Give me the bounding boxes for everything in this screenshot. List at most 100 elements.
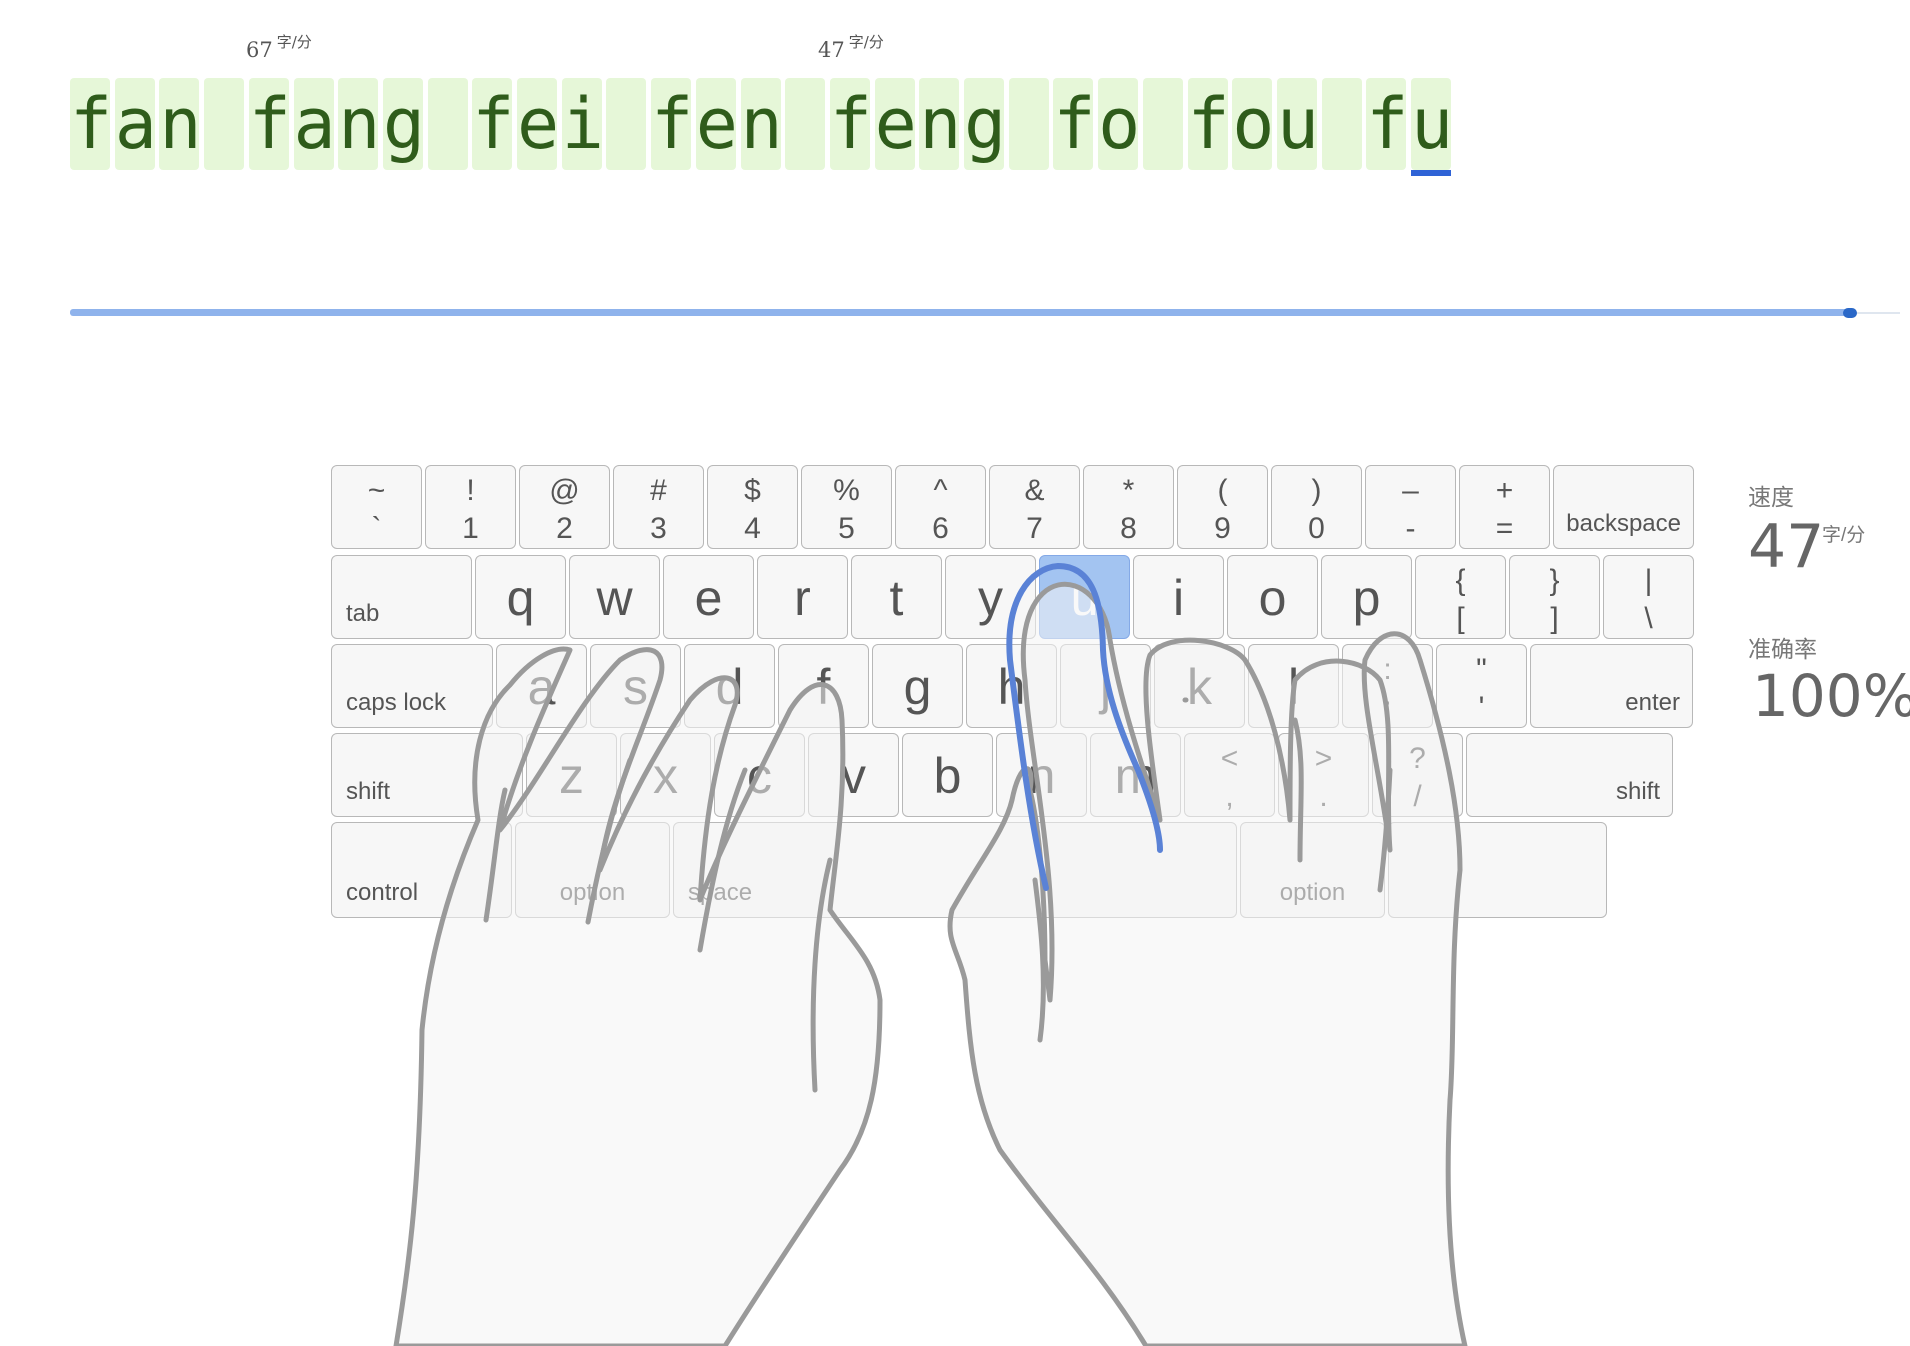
key-symbol[interactable]: * 8: [1083, 465, 1174, 549]
key-label: /: [1413, 780, 1422, 813]
key-c[interactable]: c: [714, 733, 805, 817]
key-k[interactable]: k: [1154, 644, 1245, 728]
key-option[interactable]: option: [515, 822, 670, 918]
key-f[interactable]: f: [778, 644, 869, 728]
key-label: r: [794, 570, 811, 626]
key-w[interactable]: w: [569, 555, 660, 639]
key-label: ;: [1383, 691, 1392, 724]
key-symbol[interactable]: >.: [1278, 733, 1369, 817]
key-symbol[interactable]: ! 1: [425, 465, 516, 549]
key-space[interactable]: space: [673, 822, 1237, 918]
key-symbol[interactable]: #3: [613, 465, 704, 549]
key-option[interactable]: option: [1240, 822, 1385, 918]
accuracy-label: 准确率: [1748, 637, 1817, 663]
key-label: w: [596, 570, 633, 626]
key-enter[interactable]: enter: [1530, 644, 1693, 728]
key-u[interactable]: u: [1039, 555, 1130, 639]
key-g[interactable]: g: [872, 644, 963, 728]
key-label: b: [933, 748, 962, 804]
key-i[interactable]: i: [1133, 555, 1224, 639]
accuracy-value: 100%: [1752, 662, 1910, 730]
key-symbol[interactable]: {[: [1415, 555, 1506, 639]
key-symbol[interactable]: @2: [519, 465, 610, 549]
key-m[interactable]: m: [1090, 733, 1181, 817]
key-p[interactable]: p: [1321, 555, 1412, 639]
key-label: q: [506, 570, 535, 626]
key-backslash[interactable]: | \: [1603, 555, 1694, 639]
key-symbol[interactable]: ? /: [1372, 733, 1463, 817]
key-j[interactable]: j: [1060, 644, 1151, 728]
key-shift-label: $: [744, 474, 761, 507]
key-label: c: [747, 748, 772, 804]
key-shift-label: >: [1314, 742, 1333, 775]
key-shift-label: |: [1644, 564, 1653, 597]
key-label: n: [1027, 748, 1056, 804]
key-label: i: [1172, 570, 1185, 626]
key-label: f: [816, 659, 831, 715]
key-tab[interactable]: tab: [331, 555, 472, 639]
key-d[interactable]: d: [684, 644, 775, 728]
key-label: m: [1114, 748, 1157, 804]
key-a[interactable]: a: [496, 644, 587, 728]
key-label: tab: [346, 600, 380, 627]
key-symbol[interactable]: & 7: [989, 465, 1080, 549]
key-control[interactable]: control: [331, 822, 512, 918]
key-e[interactable]: e: [663, 555, 754, 639]
key-r[interactable]: r: [757, 555, 848, 639]
key-caps-lock[interactable]: caps lock: [331, 644, 493, 728]
key-l[interactable]: l: [1248, 644, 1339, 728]
key-blank[interactable]: [1388, 822, 1607, 918]
key-label: -: [1405, 512, 1416, 545]
key-label: shift: [1615, 778, 1660, 805]
speed-unit: 字/分: [1822, 525, 1866, 546]
key-shift-label: <: [1220, 742, 1239, 775]
key-symbol[interactable]: ~ `: [331, 465, 422, 549]
key-label: ]: [1550, 602, 1559, 635]
key-y[interactable]: y: [945, 555, 1036, 639]
key-label: 4: [744, 512, 761, 545]
speed-value: 47: [1748, 512, 1825, 582]
key-symbol[interactable]: :;: [1342, 644, 1433, 728]
key-symbol[interactable]: % 5: [801, 465, 892, 549]
key-symbol[interactable]: (9: [1177, 465, 1268, 549]
key-symbol[interactable]: ^ 6: [895, 465, 986, 549]
key-label: caps lock: [346, 689, 447, 716]
key-shift-label: –: [1402, 474, 1419, 507]
key-symbol[interactable]: + =: [1459, 465, 1550, 549]
key-h[interactable]: h: [966, 644, 1057, 728]
key-symbol[interactable]: ) 0: [1271, 465, 1362, 549]
key-label: p: [1352, 570, 1381, 626]
key-o[interactable]: o: [1227, 555, 1318, 639]
key-label: backspace: [1566, 510, 1681, 537]
key-label: 6: [932, 512, 949, 545]
key-label: option: [1279, 879, 1346, 906]
key-label: s: [623, 659, 648, 715]
key-label: 2: [556, 512, 573, 545]
key-label: h: [997, 659, 1026, 715]
key-label: 1: [462, 512, 479, 545]
key-x[interactable]: x: [620, 733, 711, 817]
key-symbol[interactable]: " ': [1436, 644, 1527, 728]
key-backspace[interactable]: backspace: [1553, 465, 1694, 549]
key-shift[interactable]: shift: [331, 733, 523, 817]
key-shift[interactable]: shift: [1466, 733, 1673, 817]
key-n[interactable]: n: [996, 733, 1087, 817]
key-label: ': [1478, 691, 1485, 724]
key-shift-label: +: [1495, 474, 1514, 507]
key-shift-label: ?: [1409, 742, 1426, 775]
key-shift-label: ": [1476, 653, 1487, 686]
key-shift-label: ^: [933, 474, 948, 507]
key-t[interactable]: t: [851, 555, 942, 639]
key-symbol[interactable]: – -: [1365, 465, 1456, 549]
key-symbol[interactable]: <,: [1184, 733, 1275, 817]
key-shift-label: *: [1122, 474, 1135, 507]
key-s[interactable]: s: [590, 644, 681, 728]
key-z[interactable]: z: [526, 733, 617, 817]
key-symbol[interactable]: }]: [1509, 555, 1600, 639]
key-symbol[interactable]: $4: [707, 465, 798, 549]
key-v[interactable]: v: [808, 733, 899, 817]
key-b[interactable]: b: [902, 733, 993, 817]
key-label: 5: [838, 512, 855, 545]
key-label: z: [559, 748, 584, 804]
key-q[interactable]: q: [475, 555, 566, 639]
